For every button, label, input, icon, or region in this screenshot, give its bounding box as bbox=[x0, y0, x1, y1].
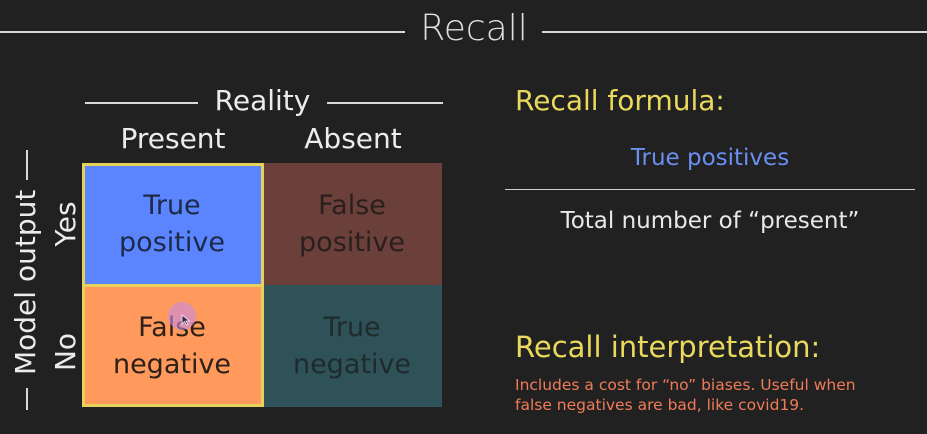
cell-true-negative-line1: True bbox=[323, 312, 381, 343]
cell-false-positive-line1: False bbox=[318, 190, 386, 221]
cell-false-negative-line2: negative bbox=[112, 349, 232, 380]
pointer-arrow-icon bbox=[181, 314, 191, 326]
cell-false-positive-line2: positive bbox=[299, 227, 405, 258]
model-output-label: Model output bbox=[9, 189, 42, 375]
present-column-divider bbox=[82, 284, 262, 287]
formula-title: Recall formula: bbox=[515, 84, 725, 117]
fraction-bar bbox=[505, 189, 915, 190]
interpretation-title: Recall interpretation: bbox=[515, 330, 821, 364]
model-output-rule-top bbox=[26, 150, 28, 180]
cell-false-positive: False positive bbox=[262, 163, 442, 285]
model-output-rule-bottom bbox=[26, 388, 28, 410]
formula-numerator: True positives bbox=[630, 145, 790, 171]
interpretation-line-2: false negatives are bad, like covid19. bbox=[515, 396, 805, 414]
column-label-absent: Absent bbox=[304, 122, 402, 155]
reality-label: Reality bbox=[214, 84, 311, 117]
cell-true-negative-line2: negative bbox=[292, 349, 412, 380]
page-title: Recall bbox=[420, 8, 528, 49]
reality-rule-right bbox=[327, 102, 443, 104]
cell-false-negative: False negative bbox=[82, 285, 262, 407]
interpretation-text: Includes a cost for “no” biases. Useful … bbox=[515, 375, 895, 415]
formula-denominator: Total number of “present” bbox=[560, 208, 860, 234]
cell-true-negative: True negative bbox=[262, 285, 442, 407]
cell-true-positive-line2: positive bbox=[119, 227, 225, 258]
cell-true-positive: True positive bbox=[82, 163, 262, 285]
interpretation-line-1: Includes a cost for “no” biases. Useful … bbox=[515, 376, 856, 394]
reality-rule-left bbox=[85, 102, 198, 104]
cell-true-positive-line1: True bbox=[143, 190, 201, 221]
column-label-present: Present bbox=[120, 122, 226, 155]
title-rule-right bbox=[542, 31, 927, 33]
row-label-yes: Yes bbox=[49, 201, 82, 247]
row-label-no: No bbox=[49, 332, 82, 372]
